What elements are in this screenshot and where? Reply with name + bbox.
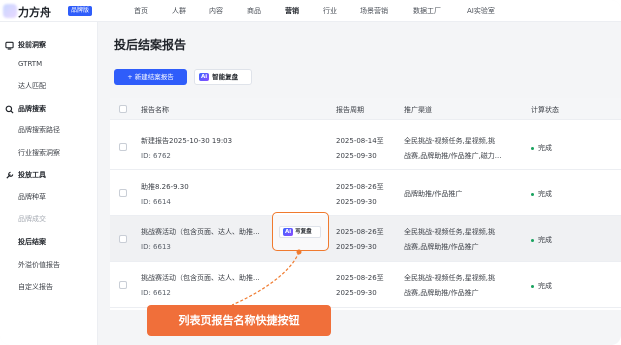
- period-end: 2025-09-30: [336, 152, 377, 160]
- sidebar-item-gtrtm[interactable]: GTRTM: [18, 60, 42, 68]
- period-end: 2025-09-30: [336, 289, 377, 297]
- status-badge: 完成: [531, 142, 552, 154]
- nav-scene-marketing[interactable]: 场景营销: [360, 6, 388, 16]
- column-channel: 推广渠道: [404, 106, 432, 114]
- nav-marketing[interactable]: 营销: [285, 6, 299, 16]
- channel-line: 品牌助推/作品推广: [404, 190, 463, 198]
- nav-industry[interactable]: 行业: [323, 6, 337, 16]
- report-id: ID: 6612: [141, 289, 171, 297]
- nav-audience[interactable]: 人群: [172, 6, 186, 16]
- report-table: 报告名称 报告周期 推广渠道 计算状态 新建报告2025-10-30 19:03…: [110, 98, 621, 310]
- sidebar-item-influencer-match[interactable]: 达人匹配: [18, 81, 46, 91]
- report-id: ID: 6614: [141, 198, 171, 206]
- brand-edition-badge: 品牌版: [68, 6, 93, 16]
- nav-product[interactable]: 商品: [247, 6, 261, 16]
- sidebar-group-brand-search[interactable]: 品牌搜索: [5, 104, 46, 114]
- sidebar-item-custom-report[interactable]: 自定义报告: [18, 282, 53, 292]
- period-start: 2025-08-26至: [336, 274, 384, 282]
- row-checkbox[interactable]: [119, 235, 127, 243]
- table-row[interactable]: 新建报告2025-10-30 19:03 ID: 6762 2025-08-14…: [110, 124, 621, 170]
- row-checkbox[interactable]: [119, 143, 127, 151]
- report-name-link[interactable]: 新建报告2025-10-30 19:03: [141, 135, 232, 147]
- status-dot-icon: [531, 192, 534, 196]
- sidebar-group-label: 品牌搜索: [18, 105, 46, 113]
- insight-icon: [5, 41, 14, 50]
- report-id: ID: 6762: [141, 152, 171, 160]
- status-text: 完成: [538, 144, 552, 152]
- status-text: 完成: [538, 236, 552, 244]
- sidebar-group-label: 投放工具: [18, 171, 46, 179]
- top-nav-bar: 力方舟 品牌版 首页 人群 内容 商品 营销 行业 场景营销 数据工厂 AI实验…: [0, 0, 621, 22]
- row-checkbox[interactable]: [119, 189, 127, 197]
- report-id: ID: 6613: [141, 243, 171, 251]
- sidebar-group-label: 投前洞察: [18, 41, 46, 49]
- sidebar-item-brand-seeding[interactable]: 品牌种草: [18, 192, 46, 202]
- table-header: 报告名称 报告周期 推广渠道 计算状态: [110, 98, 621, 120]
- sidebar-item-brand-search-path[interactable]: 品牌搜索路径: [18, 125, 60, 135]
- period-start: 2025-08-26至: [336, 228, 384, 236]
- channel-line: 战赛,品牌助推/作品推广: [404, 243, 479, 251]
- sidebar-item-spillover-value-report[interactable]: 外溢价值报告: [18, 260, 60, 270]
- period-end: 2025-09-30: [336, 243, 377, 251]
- smart-review-label: 智能复盘: [212, 73, 239, 81]
- page-title: 投后结案报告: [114, 38, 187, 52]
- status-text: 完成: [538, 282, 552, 290]
- report-name-link[interactable]: 挑战赛活动（包含页面、达人、助推...: [141, 226, 260, 238]
- status-badge: 完成: [531, 280, 552, 292]
- channel-line: 战赛,品牌助推/作品推广: [404, 289, 479, 297]
- sidebar: 投前洞察 GTRTM 达人匹配 品牌搜索 品牌搜索路径 行业搜索洞察 投放工具 …: [0, 22, 98, 345]
- column-report-period: 报告周期: [336, 106, 364, 114]
- search-icon: [5, 105, 14, 114]
- smart-review-button[interactable]: Ai 智能复盘: [194, 69, 252, 85]
- table-row[interactable]: 挑战赛活动（包含页面、达人、助推... ID: 6613 2025-08-26至…: [110, 216, 621, 262]
- write-review-button[interactable]: Ai 写复盘: [279, 226, 321, 238]
- period-start: 2025-08-14至: [336, 137, 384, 145]
- status-dot-icon: [531, 238, 534, 242]
- nav-content[interactable]: 内容: [209, 6, 223, 16]
- sidebar-group-ad-tools[interactable]: 投放工具: [5, 170, 46, 180]
- sidebar-item-post-campaign-report[interactable]: 投后结案: [18, 237, 46, 247]
- channel-line: 全民挑战-视频任务,星视频,挑: [404, 137, 495, 145]
- period-end: 2025-09-30: [336, 198, 377, 206]
- status-badge: 完成: [531, 188, 552, 200]
- column-report-name: 报告名称: [141, 106, 169, 114]
- sidebar-item-industry-search-insight[interactable]: 行业搜索洞察: [18, 148, 60, 158]
- status-badge: 完成: [531, 234, 552, 246]
- report-name-link[interactable]: 助推8.26-9.30: [141, 181, 189, 193]
- write-review-label: 写复盘: [295, 229, 312, 235]
- nav-home[interactable]: 首页: [134, 6, 148, 16]
- ai-icon: Ai: [199, 73, 210, 81]
- status-dot-icon: [531, 284, 534, 288]
- ai-icon: Ai: [283, 228, 294, 236]
- table-row[interactable]: 助推8.26-9.30 ID: 6614 2025-08-26至 2025-09…: [110, 170, 621, 216]
- nav-ai-lab[interactable]: AI实验室: [467, 6, 495, 16]
- logo-icon: [3, 4, 17, 18]
- status-dot-icon: [531, 146, 534, 150]
- app-frame: 力方舟 品牌版 首页 人群 内容 商品 营销 行业 场景营销 数据工厂 AI实验…: [0, 0, 621, 345]
- select-all-checkbox[interactable]: [119, 105, 127, 113]
- logo-text: 力方舟: [18, 6, 51, 19]
- sidebar-group-insight[interactable]: 投前洞察: [5, 40, 46, 50]
- new-report-button[interactable]: + 新建结案报告: [114, 69, 187, 85]
- channel-line: 全民挑战-视频任务,星视频,挑: [404, 274, 495, 282]
- period-start: 2025-08-26至: [336, 183, 384, 191]
- table-row[interactable]: 挑战赛活动（包含页面、达人、助推... ID: 6612 2025-08-26至…: [110, 262, 621, 308]
- column-status: 计算状态: [531, 106, 559, 114]
- sidebar-item-brand-deal[interactable]: 品牌成交: [18, 214, 46, 224]
- channel-line: 全民挑战-视频任务,星视频,挑: [404, 228, 495, 236]
- status-text: 完成: [538, 190, 552, 198]
- row-checkbox[interactable]: [119, 281, 127, 289]
- channel-line: 战赛,品牌助推/作品推广,磁力...: [404, 152, 502, 160]
- callout-label: 列表页报告名称快捷按钮: [147, 305, 331, 336]
- tool-icon: [6, 171, 14, 179]
- nav-data-factory[interactable]: 数据工厂: [413, 6, 441, 16]
- report-name-link[interactable]: 挑战赛活动（包含页面、达人、助推...: [141, 272, 260, 284]
